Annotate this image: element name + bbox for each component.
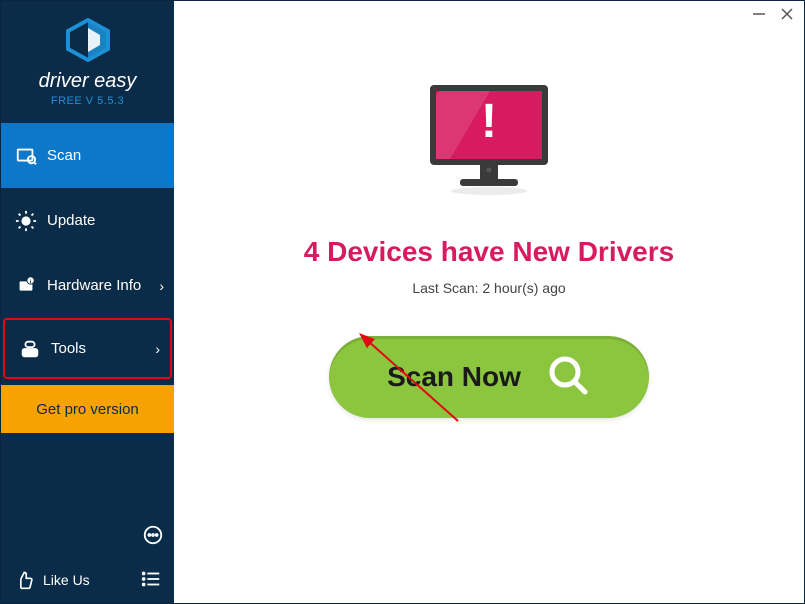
tools-icon xyxy=(19,338,41,360)
scan-now-label: Scan Now xyxy=(387,361,521,393)
logo-icon xyxy=(64,18,112,71)
minimize-button[interactable] xyxy=(752,7,766,25)
sidebar: driver easy FREE V 5.5.3 Scan xyxy=(1,1,174,603)
scan-icon xyxy=(15,145,37,167)
sidebar-item-scan[interactable]: Scan xyxy=(1,123,174,188)
app-window: driver easy FREE V 5.5.3 Scan xyxy=(0,0,805,604)
search-icon xyxy=(545,352,591,403)
sidebar-item-update[interactable]: Update xyxy=(1,188,174,253)
main-panel: ! 4 Devices have New Drivers Last Scan: … xyxy=(174,1,804,603)
alert-monitor-icon: ! xyxy=(420,79,558,214)
like-us-label: Like Us xyxy=(43,572,90,588)
chevron-right-icon: › xyxy=(155,341,160,357)
feedback-icon[interactable] xyxy=(142,524,164,551)
brand-version: FREE V 5.5.3 xyxy=(51,95,124,107)
scan-now-button[interactable]: Scan Now xyxy=(329,336,649,418)
sidebar-spacer xyxy=(1,433,174,517)
brand-name: driver easy xyxy=(39,71,137,91)
sidebar-item-label: Update xyxy=(47,212,95,229)
chevron-right-icon: › xyxy=(159,278,164,294)
update-icon xyxy=(15,210,37,232)
sidebar-item-tools[interactable]: Tools › xyxy=(3,318,172,379)
window-controls xyxy=(752,7,794,25)
svg-text:!: ! xyxy=(481,95,497,148)
sidebar-bottom-icons xyxy=(1,517,174,557)
last-scan-text: Last Scan: 2 hour(s) ago xyxy=(412,280,565,296)
get-pro-button[interactable]: Get pro version xyxy=(1,385,174,433)
close-button[interactable] xyxy=(780,7,794,25)
logo-area: driver easy FREE V 5.5.3 xyxy=(1,1,174,123)
sidebar-item-label: Hardware Info xyxy=(47,277,141,294)
sidebar-item-like-us[interactable]: Like Us xyxy=(1,557,174,603)
get-pro-label: Get pro version xyxy=(36,401,139,418)
menu-list-icon[interactable] xyxy=(140,568,162,593)
sidebar-item-label: Scan xyxy=(47,147,81,164)
thumbs-up-icon xyxy=(15,570,35,590)
hardware-icon: i xyxy=(15,275,37,297)
sidebar-item-label: Tools xyxy=(51,340,86,357)
headline-text: 4 Devices have New Drivers xyxy=(304,236,674,268)
sidebar-item-hardware-info[interactable]: i Hardware Info › xyxy=(1,253,174,318)
